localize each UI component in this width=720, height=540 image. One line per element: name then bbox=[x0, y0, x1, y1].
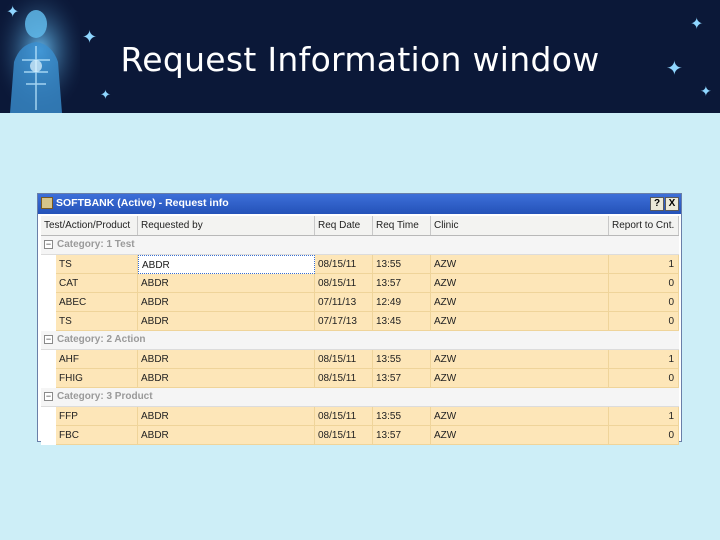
cell-clinic[interactable]: AZW bbox=[431, 350, 609, 369]
cell-requested-by[interactable]: ABDR bbox=[138, 350, 315, 369]
cell-clinic[interactable]: AZW bbox=[431, 407, 609, 426]
grid-header: Test/Action/Product Requested by Req Dat… bbox=[41, 216, 679, 236]
cell-report-to-cnt[interactable]: 0 bbox=[609, 369, 679, 388]
cell-req-date[interactable]: 08/15/11 bbox=[315, 407, 373, 426]
table-row[interactable]: CAT ABDR 08/15/11 13:57 AZW 0 bbox=[41, 274, 679, 293]
cell-clinic[interactable]: AZW bbox=[431, 255, 609, 274]
cell-req-time[interactable]: 13:55 bbox=[373, 407, 431, 426]
cell-clinic[interactable]: AZW bbox=[431, 274, 609, 293]
table-row[interactable]: AHF ABDR 08/15/11 13:55 AZW 1 bbox=[41, 350, 679, 369]
cell-req-time[interactable]: 13:57 bbox=[373, 426, 431, 445]
app-icon bbox=[41, 197, 53, 209]
cell-report-to-cnt[interactable]: 1 bbox=[609, 350, 679, 369]
cell-req-date[interactable]: 07/11/13 bbox=[315, 293, 373, 312]
cell-report-to-cnt[interactable]: 0 bbox=[609, 426, 679, 445]
cell-item[interactable]: TS bbox=[56, 312, 138, 331]
cell-requested-by[interactable]: ABDR bbox=[138, 274, 315, 293]
cell-req-time[interactable]: 12:49 bbox=[373, 293, 431, 312]
cell-item[interactable]: ABEC bbox=[56, 293, 138, 312]
cell-req-time[interactable]: 13:57 bbox=[373, 369, 431, 388]
cell-report-to-cnt[interactable]: 1 bbox=[609, 255, 679, 274]
cell-req-date[interactable]: 07/17/13 bbox=[315, 312, 373, 331]
cell-item[interactable]: FHIG bbox=[56, 369, 138, 388]
table-row[interactable]: ABEC ABDR 07/11/13 12:49 AZW 0 bbox=[41, 293, 679, 312]
cell-req-time[interactable]: 13:57 bbox=[373, 274, 431, 293]
cell-requested-by[interactable]: ABDR bbox=[138, 426, 315, 445]
table-row[interactable]: FFP ABDR 08/15/11 13:55 AZW 1 bbox=[41, 407, 679, 426]
cell-req-date[interactable]: 08/15/11 bbox=[315, 255, 373, 274]
column-header-test-action-product[interactable]: Test/Action/Product bbox=[41, 216, 138, 235]
category-label: Category: 3 Product bbox=[57, 391, 153, 402]
category-label: Category: 1 Test bbox=[57, 239, 135, 250]
request-grid: Test/Action/Product Requested by Req Dat… bbox=[41, 216, 679, 445]
cell-item[interactable]: TS bbox=[56, 255, 138, 274]
sparkle-icon: ✦ bbox=[100, 88, 111, 103]
column-header-report-to-cnt[interactable]: Report to Cnt. bbox=[609, 216, 679, 235]
cell-item[interactable]: FBC bbox=[56, 426, 138, 445]
collapse-toggle-icon[interactable]: − bbox=[44, 240, 53, 249]
cell-req-date[interactable]: 08/15/11 bbox=[315, 369, 373, 388]
cell-req-date[interactable]: 08/15/11 bbox=[315, 350, 373, 369]
table-row[interactable]: FBC ABDR 08/15/11 13:57 AZW 0 bbox=[41, 426, 679, 445]
category-group-product[interactable]: − Category: 3 Product bbox=[41, 388, 679, 407]
category-label: Category: 2 Action bbox=[57, 334, 146, 345]
cell-clinic[interactable]: AZW bbox=[431, 369, 609, 388]
cell-report-to-cnt[interactable]: 1 bbox=[609, 407, 679, 426]
cell-req-time[interactable]: 13:55 bbox=[373, 350, 431, 369]
cell-report-to-cnt[interactable]: 0 bbox=[609, 293, 679, 312]
help-button[interactable]: ? bbox=[650, 197, 664, 211]
cell-requested-by[interactable]: ABDR bbox=[138, 369, 315, 388]
cell-requested-by-selected[interactable]: ABDR bbox=[138, 255, 315, 274]
cell-requested-by[interactable]: ABDR bbox=[138, 312, 315, 331]
cell-report-to-cnt[interactable]: 0 bbox=[609, 312, 679, 331]
cell-req-date[interactable]: 08/15/11 bbox=[315, 274, 373, 293]
table-row[interactable]: TS ABDR 07/17/13 13:45 AZW 0 bbox=[41, 312, 679, 331]
cell-req-date[interactable]: 08/15/11 bbox=[315, 426, 373, 445]
close-button[interactable]: X bbox=[665, 197, 679, 211]
cell-item[interactable]: FFP bbox=[56, 407, 138, 426]
category-group-action[interactable]: − Category: 2 Action bbox=[41, 331, 679, 350]
cell-clinic[interactable]: AZW bbox=[431, 426, 609, 445]
request-info-window: SOFTBANK (Active) - Request info ? X Tes… bbox=[37, 193, 682, 445]
cell-req-time[interactable]: 13:45 bbox=[373, 312, 431, 331]
cell-requested-by[interactable]: ABDR bbox=[138, 407, 315, 426]
sparkle-icon: ✦ bbox=[690, 14, 704, 33]
window-titlebar[interactable]: SOFTBANK (Active) - Request info ? X bbox=[38, 194, 681, 214]
sparkle-icon: ✦ bbox=[6, 2, 20, 21]
cell-req-time[interactable]: 13:55 bbox=[373, 255, 431, 274]
cell-clinic[interactable]: AZW bbox=[431, 293, 609, 312]
table-row[interactable]: TS ABDR 08/15/11 13:55 AZW 1 bbox=[41, 255, 679, 274]
cell-clinic[interactable]: AZW bbox=[431, 312, 609, 331]
column-header-req-date[interactable]: Req Date bbox=[315, 216, 373, 235]
collapse-toggle-icon[interactable]: − bbox=[44, 335, 53, 344]
table-row[interactable]: FHIG ABDR 08/15/11 13:57 AZW 0 bbox=[41, 369, 679, 388]
column-header-clinic[interactable]: Clinic bbox=[431, 216, 609, 235]
category-group-test[interactable]: − Category: 1 Test bbox=[41, 236, 679, 255]
column-header-requested-by[interactable]: Requested by bbox=[138, 216, 315, 235]
cell-report-to-cnt[interactable]: 0 bbox=[609, 274, 679, 293]
slide-banner: ✦ ✦ ✦ ✦ ✦ ✦ Request Information window bbox=[0, 0, 720, 113]
slide-title: Request Information window bbox=[120, 40, 600, 79]
cell-requested-by[interactable]: ABDR bbox=[138, 293, 315, 312]
cell-item[interactable]: AHF bbox=[56, 350, 138, 369]
window-title: SOFTBANK (Active) - Request info bbox=[56, 197, 229, 209]
sparkle-icon: ✦ bbox=[700, 84, 712, 100]
cell-item[interactable]: CAT bbox=[56, 274, 138, 293]
collapse-toggle-icon[interactable]: − bbox=[44, 392, 53, 401]
column-header-req-time[interactable]: Req Time bbox=[373, 216, 431, 235]
